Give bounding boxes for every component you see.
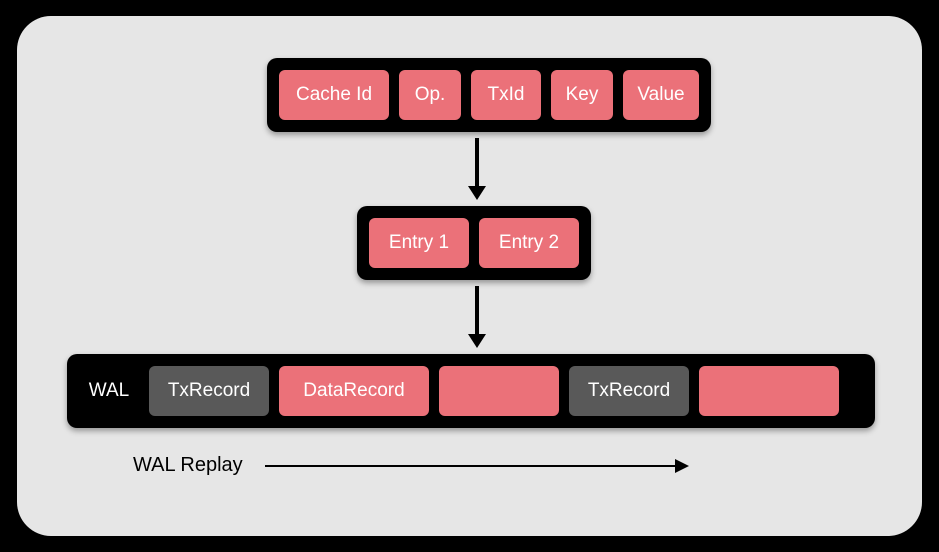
- diagram-canvas: Cache Id Op. TxId Key Value Entry 1 Entr…: [17, 16, 922, 536]
- wal-block: WAL TxRecord DataRecord TxRecord: [67, 354, 875, 428]
- field-key: Key: [551, 70, 613, 120]
- entries-block: Entry 1 Entry 2: [357, 206, 591, 280]
- wal-record-5: [699, 366, 839, 416]
- field-op: Op.: [399, 70, 461, 120]
- wal-record-2: DataRecord: [279, 366, 429, 416]
- field-txid: TxId: [471, 70, 541, 120]
- field-value: Value: [623, 70, 699, 120]
- entry-fields-block: Cache Id Op. TxId Key Value: [267, 58, 711, 132]
- entry-1: Entry 1: [369, 218, 469, 268]
- wal-label: WAL: [79, 366, 139, 416]
- arrow-entries-to-wal: [468, 286, 486, 348]
- wal-replay-label: WAL Replay: [133, 454, 243, 477]
- wal-record-3: [439, 366, 559, 416]
- field-cache-id: Cache Id: [279, 70, 389, 120]
- wal-replay-row: WAL Replay: [133, 454, 689, 477]
- arrow-fields-to-entries: [468, 138, 486, 200]
- entry-2: Entry 2: [479, 218, 579, 268]
- wal-record-4: TxRecord: [569, 366, 689, 416]
- wal-record-1: TxRecord: [149, 366, 269, 416]
- wal-replay-arrow: [265, 459, 689, 473]
